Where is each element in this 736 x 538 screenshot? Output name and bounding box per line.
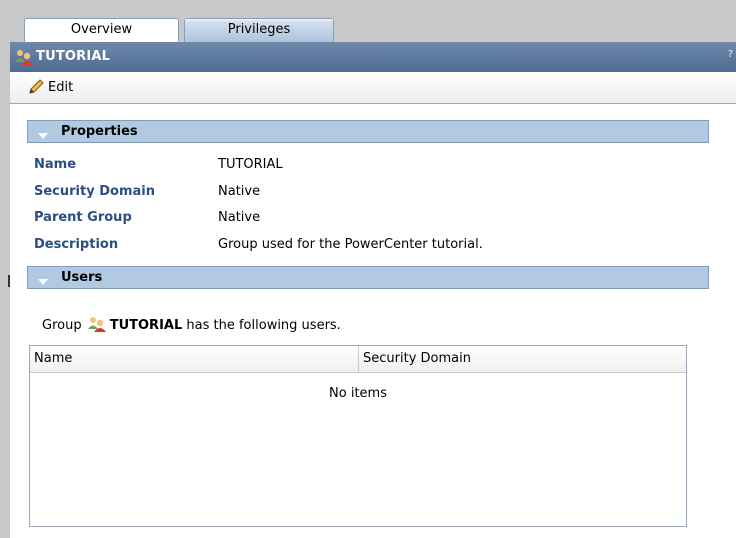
chevron-down-icon: [38, 275, 48, 290]
prop-label-security-domain: Security Domain: [34, 184, 155, 199]
users-table-header: Name Security Domain: [30, 346, 686, 373]
tab-privileges-label: Privileges: [227, 22, 291, 37]
users-description: Group TUTORIAL has the following users.: [42, 316, 341, 336]
prop-value-description: Group used for the PowerCenter tutorial.: [218, 237, 483, 252]
tab-highlight: [185, 19, 333, 21]
prop-label-name: Name: [34, 157, 77, 172]
group-icon: [15, 49, 33, 69]
pencil-icon: [28, 79, 44, 99]
prop-value-security-domain: Native: [218, 184, 261, 199]
toolbar: Edit: [10, 72, 736, 104]
chevron-down-icon: [38, 129, 48, 144]
users-group-name: TUTORIAL: [109, 318, 183, 333]
prop-label-parent-group: Parent Group: [34, 210, 132, 225]
column-header-security-domain[interactable]: Security Domain: [359, 346, 686, 372]
tab-privileges[interactable]: Privileges: [184, 18, 334, 42]
tab-bar: Overview Privileges: [10, 0, 736, 42]
group-icon: [87, 316, 106, 336]
users-header-label: Users: [61, 270, 103, 285]
users-prefix: Group: [42, 318, 82, 333]
panel-title: TUTORIAL: [36, 49, 111, 64]
users-suffix: has the following users.: [186, 318, 341, 333]
users-section-header[interactable]: Users: [27, 266, 709, 289]
empty-state-text: No items: [329, 386, 387, 401]
panel-titlebar: TUTORIAL ?: [10, 42, 736, 72]
column-header-name[interactable]: Name: [30, 346, 359, 372]
tab-overview[interactable]: Overview: [24, 18, 179, 42]
left-edge-strip: [0, 0, 10, 538]
splitter-handle[interactable]: [8, 275, 10, 287]
properties-header-label: Properties: [61, 124, 138, 139]
edit-button-label: Edit: [48, 80, 74, 95]
prop-value-parent-group: Native: [218, 210, 261, 225]
prop-label-description: Description: [34, 237, 119, 252]
help-icon[interactable]: ?: [728, 49, 733, 60]
prop-value-name: TUTORIAL: [218, 157, 283, 172]
users-table: Name Security Domain No items: [29, 345, 687, 527]
properties-section-header[interactable]: Properties: [27, 120, 709, 143]
